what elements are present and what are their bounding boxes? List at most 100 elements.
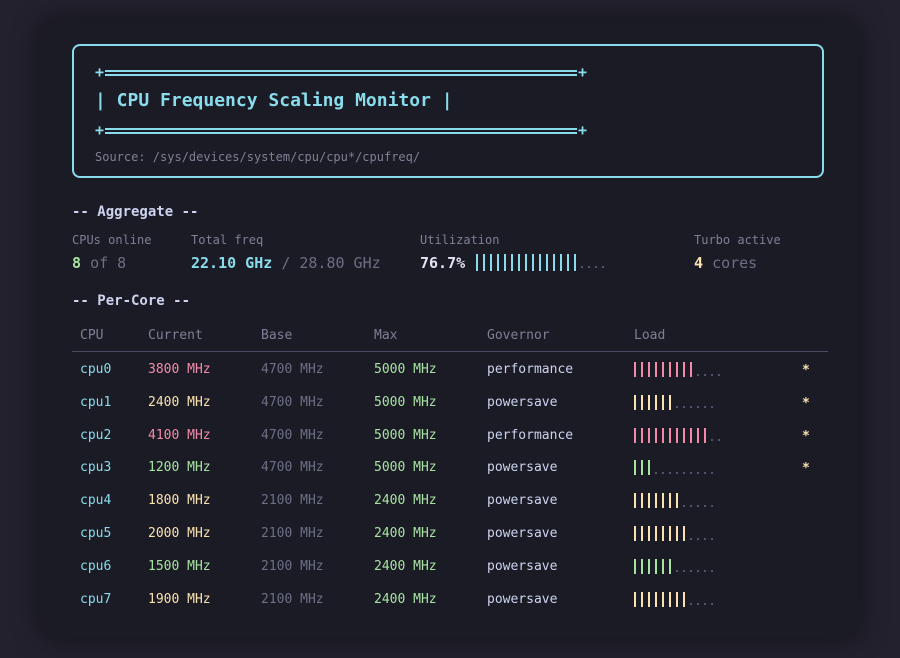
column-header-max: Max (374, 328, 398, 343)
table-row: cpu1 2400 MHz 4700 MHz 5000 MHz powersave * (72, 387, 828, 420)
current-frequency-value: 1900 (148, 591, 180, 607)
utilization-value: 76.7% (420, 254, 466, 272)
load-bar-tick (641, 460, 643, 476)
current-frequency-unit: MHz (187, 362, 211, 377)
utilization-bar-tick (497, 253, 499, 271)
load-bar-tick (676, 427, 678, 443)
load-bar-empty (690, 570, 692, 573)
load-bar-empty (683, 406, 685, 409)
load-bar-empty (711, 471, 713, 474)
current-frequency-unit: MHz (187, 427, 211, 443)
governor: powersave (487, 460, 558, 476)
governor: powersave (487, 591, 558, 607)
load-bar-tick (641, 493, 643, 509)
load-bar-empty (697, 603, 699, 606)
utilization-bar-empty (581, 266, 583, 268)
load-bar-empty (704, 603, 706, 606)
load-bar-tick (648, 591, 650, 607)
load-bar-empty (662, 471, 664, 474)
column-header-cpu: CPU (80, 328, 104, 343)
max-frequency: 5000 MHz (374, 427, 437, 443)
current-frequency: 4100 MHz (148, 428, 211, 443)
load-bar-empty (711, 603, 713, 606)
load-bar-tick (641, 427, 643, 443)
load-bar (634, 591, 718, 608)
load-bar-empty (704, 406, 706, 409)
load-bar-tick (669, 427, 671, 443)
load-bar-tick (648, 526, 650, 541)
current-frequency-unit: MHz (187, 493, 211, 509)
load-bar (634, 427, 725, 444)
load-bar-tick (634, 460, 636, 476)
load-bar-tick (641, 394, 643, 410)
load-bar-tick (655, 558, 657, 574)
table-row: cpu2 4100 MHz 4700 MHz 5000 MHz performance * (72, 420, 828, 453)
governor: powersave (487, 493, 558, 509)
load-bar-empty (718, 439, 720, 442)
current-frequency: 3800 MHz (148, 362, 211, 377)
utilization-bar-tick (511, 253, 513, 271)
max-frequency: 5000 MHz (374, 460, 437, 476)
turbo-marker: * (802, 428, 810, 444)
load-bar-tick (648, 558, 650, 574)
governor: performance (487, 362, 574, 377)
base-frequency: 4700 MHz (261, 362, 324, 377)
load-bar-tick (690, 427, 692, 443)
load-bar-empty (697, 373, 699, 376)
utilization-bar-tick (560, 253, 562, 271)
utilization-bar-empty (588, 266, 590, 268)
per-core-section-title: -- Per-Core -- (72, 293, 191, 309)
max-frequency: 2400 MHz (374, 591, 437, 607)
current-frequency-unit: MHz (187, 558, 211, 574)
load-bar-tick (683, 427, 685, 443)
column-header-load: Load (634, 328, 666, 343)
base-frequency: 2100 MHz (261, 591, 324, 607)
current-frequency: 1800 MHz (148, 493, 211, 508)
cpu-name: cpu2 (80, 427, 112, 443)
load-bar-empty (697, 537, 699, 540)
max-frequency: 2400 MHz (374, 526, 437, 541)
load-bar-empty (697, 471, 699, 474)
cpu-name: cpu1 (80, 394, 112, 410)
turbo-active-value: 4 cores (694, 254, 758, 272)
turbo-marker: * (802, 461, 810, 477)
base-frequency: 2100 MHz (261, 493, 324, 509)
cpu-name: cpu0 (80, 362, 112, 377)
cpus-online-label: CPUs online (72, 233, 152, 247)
base-frequency: 4700 MHz (261, 427, 324, 443)
current-frequency: 1500 MHz (148, 559, 211, 574)
load-bar-empty (718, 373, 720, 376)
load-bar-empty (704, 570, 706, 573)
max-frequency: 5000 MHz (374, 362, 437, 377)
load-bar (634, 558, 718, 575)
max-frequency: 5000 MHz (374, 394, 437, 410)
load-bar-tick (676, 591, 678, 607)
load-bar-tick (662, 362, 664, 377)
utilization-bar-tick (574, 253, 576, 271)
load-bar-empty (697, 504, 699, 507)
load-bar-tick (676, 526, 678, 541)
table-row: cpu4 1800 MHz 2100 MHz 2400 MHz powersave (72, 485, 828, 518)
load-bar-empty (711, 537, 713, 540)
load-bar-tick (655, 362, 657, 377)
load-bar-empty (704, 504, 706, 507)
load-bar-empty (690, 603, 692, 606)
load-bar-tick (662, 591, 664, 607)
load-bar (634, 525, 718, 542)
cpu-name: cpu4 (80, 493, 112, 509)
load-bar-tick (662, 394, 664, 410)
load-bar-tick (669, 591, 671, 607)
load-bar-tick (669, 558, 671, 574)
cpu-name: cpu6 (80, 558, 112, 574)
load-bar-tick (669, 394, 671, 410)
utilization-bar-tick (539, 253, 541, 271)
current-frequency: 1200 MHz (148, 460, 211, 475)
load-bar-empty (690, 406, 692, 409)
load-bar-tick (676, 493, 678, 509)
load-bar (634, 459, 718, 476)
load-bar-tick (641, 362, 643, 377)
monitor-panel: + + | CPU Frequency Scaling Monitor | + + … (40, 20, 860, 638)
load-bar-tick (634, 526, 636, 541)
current-frequency-value: 2400 (148, 394, 180, 410)
turbo-marker: * (802, 395, 810, 411)
